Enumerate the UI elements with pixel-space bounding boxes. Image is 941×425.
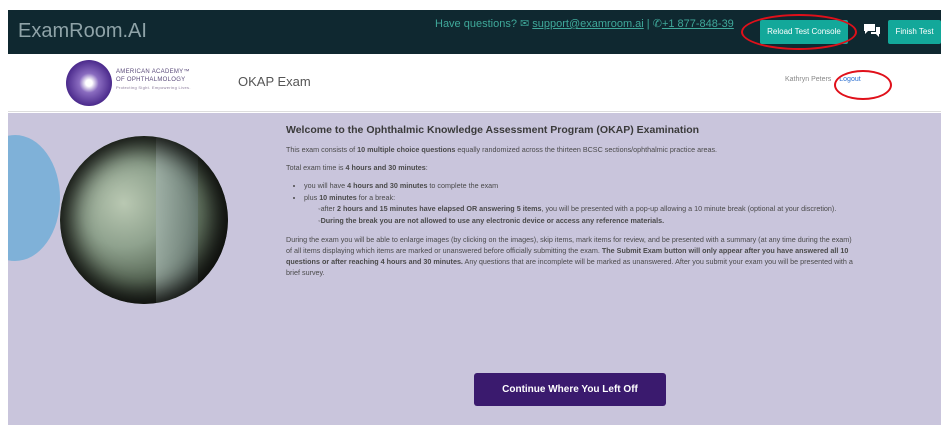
contact-info: Have questions? ✉ support@examroom.ai | … — [435, 17, 734, 30]
list-item: after 2 hours and 15 minutes have elapse… — [318, 203, 856, 214]
phone-link[interactable]: +1 877-848-39 — [662, 18, 734, 30]
exam-features-text: During the exam you will be able to enla… — [286, 235, 853, 277]
org-line2: OF OPHTHALMOLOGY — [116, 77, 186, 83]
eye-image — [60, 136, 228, 304]
questions-text: Have questions? — [435, 18, 517, 30]
user-name: Kathryn Peters — [785, 76, 832, 83]
brand-logo: ExamRoom.AI — [18, 20, 147, 42]
annotation-circle-reload — [741, 14, 857, 50]
chat-icon[interactable] — [863, 22, 881, 38]
phone-icon: ✆ — [652, 18, 662, 30]
list-item: plus 10 minutes for a break: after 2 hou… — [304, 192, 856, 226]
envelope-icon: ✉ — [520, 18, 530, 30]
instructions: Welcome to the Ophthalmic Knowledge Asse… — [286, 125, 856, 285]
org-tagline: Protecting Sight. Empowering Lives. — [116, 85, 191, 90]
separator: | — [646, 18, 650, 30]
finish-test-button[interactable]: Finish Test — [888, 20, 941, 44]
annotation-circle-logout — [834, 70, 892, 100]
exam-title: OKAP Exam — [238, 74, 311, 89]
continue-button[interactable]: Continue Where You Left Off — [474, 373, 666, 406]
welcome-panel: Welcome to the Ophthalmic Knowledge Asse… — [8, 113, 941, 425]
list-item: During the break you are not allowed to … — [318, 215, 856, 226]
break-sublist: after 2 hours and 15 minutes have elapse… — [318, 203, 856, 226]
list-item: you will have 4 hours and 30 minutes to … — [304, 180, 856, 191]
org-line1: AMERICAN ACADEMY™ — [116, 69, 190, 75]
aao-logo-icon — [66, 60, 112, 106]
total-time-text: Total exam time is 4 hours and 30 minute… — [286, 163, 428, 172]
decorative-blue-circle — [8, 135, 60, 261]
intro-text: This exam consists of 10 multiple choice… — [286, 145, 718, 154]
welcome-title: Welcome to the Ophthalmic Knowledge Asse… — [286, 124, 700, 136]
org-name: AMERICAN ACADEMY™ OF OPHTHALMOLOGY Prote… — [116, 68, 191, 92]
exam-header: AMERICAN ACADEMY™ OF OPHTHALMOLOGY Prote… — [8, 54, 941, 112]
support-email-link[interactable]: support@examroom.ai — [532, 18, 643, 30]
time-list: you will have 4 hours and 30 minutes to … — [304, 180, 856, 226]
